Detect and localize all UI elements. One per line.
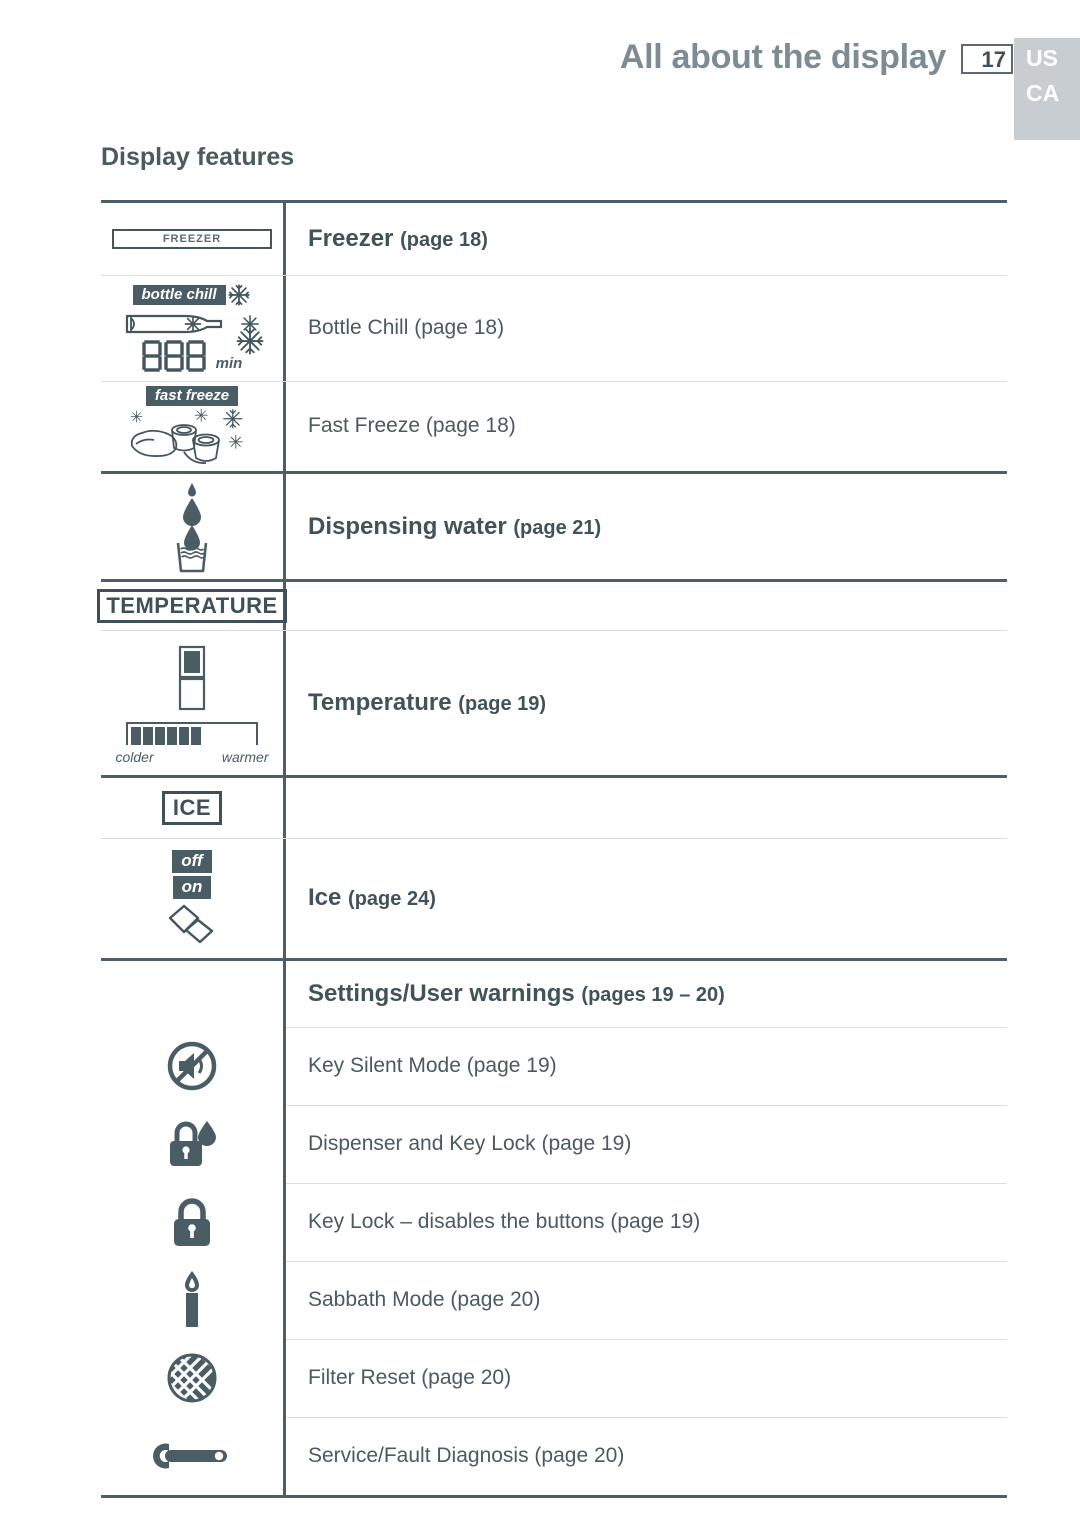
ice-on-tag: on [172, 876, 212, 899]
gauge-colder-label: colder [115, 748, 154, 765]
region-us-label: US [1026, 45, 1058, 71]
page-number-box: 17 [961, 44, 1013, 74]
table-row: Key Lock – disables the buttons (page 19… [101, 1183, 1007, 1261]
bottle-chill-unit: min [215, 355, 243, 372]
row-label: Freezer [308, 225, 394, 252]
table-row: Dispenser and Key Lock (page 19) [101, 1105, 1007, 1183]
row-label-cell [283, 778, 1007, 838]
row-label-cell: Key Silent Mode (page 19) [283, 1027, 1007, 1105]
row-label-cell: Temperature (page 19) [283, 630, 1007, 775]
freezer-group: FREEZER Freezer (page 18) bottle chill m… [101, 200, 1007, 471]
row-label: Bottle Chill (page 18) [308, 316, 505, 339]
seven-segment-digits [141, 340, 206, 372]
fast-freeze-icon: fast freeze [101, 381, 283, 471]
ice-cubes-icon: off on [101, 838, 283, 958]
dispensing-water-group: Dispensing water (page 21) [101, 471, 1007, 579]
settings-heading-row: Settings/User warnings (pages 19 – 20) [101, 961, 1007, 1027]
page-number: 17 [981, 47, 1006, 72]
lock-icon [101, 1183, 283, 1261]
table-row: TEMPERATURE [97, 582, 1007, 630]
table-row: FREEZER Freezer (page 18) [101, 203, 1007, 275]
page-header: All about the display 17 US CA [0, 0, 1080, 140]
bottle-chill-tag: bottle chill [132, 284, 226, 306]
row-label: Filter Reset (page 20) [308, 1366, 512, 1389]
wrench-icon [101, 1417, 283, 1495]
row-label: Temperature [308, 688, 452, 716]
snowflake-icon [236, 327, 264, 355]
table-row: ICE [101, 778, 1007, 838]
frozen-food-icon [130, 408, 243, 465]
table-row: bottle chill min Bottle Chill (page 18) [101, 275, 1007, 381]
settings-heading-page-ref: (pages 19 – 20) [581, 984, 725, 1006]
row-label: Key Lock – disables the buttons (page 19… [308, 1210, 701, 1233]
temperature-label-icon: TEMPERATURE [97, 582, 287, 630]
table-row: Service/Fault Diagnosis (page 20) [101, 1417, 1007, 1495]
region-ca-label: CA [1026, 80, 1060, 106]
row-label-cell: Fast Freeze (page 18) [283, 381, 1007, 471]
table-row: Key Silent Mode (page 19) [101, 1027, 1007, 1105]
settings-group: Settings/User warnings (pages 19 – 20) K… [101, 958, 1007, 1498]
table-row: Dispensing water (page 21) [101, 474, 1007, 579]
row-label: Sabbath Mode (page 20) [308, 1288, 541, 1311]
row-label: Service/Fault Diagnosis (page 20) [308, 1444, 625, 1467]
display-features-table: FREEZER Freezer (page 18) bottle chill m… [97, 200, 1007, 1498]
fridge-icon [178, 645, 206, 710]
ice-label-text: ICE [172, 795, 212, 820]
bottle-icon [125, 314, 223, 334]
gauge-warmer-label: warmer [221, 748, 269, 765]
candle-icon [101, 1261, 283, 1339]
fast-freeze-tag: fast freeze [145, 385, 239, 407]
lock-droplet-icon [101, 1105, 283, 1183]
settings-heading-label: Settings/User warnings [308, 980, 575, 1007]
ice-off-tag: off [172, 850, 212, 873]
row-label: Dispenser and Key Lock (page 19) [308, 1132, 632, 1155]
page-title: All about the display [619, 38, 946, 76]
row-page-ref: (page 19) [458, 692, 547, 715]
snowflake-icon [227, 284, 250, 306]
freezer-bar-label: FREEZER [162, 233, 222, 245]
section-heading: Display features [101, 143, 295, 171]
region-badge: US CA [1014, 38, 1080, 140]
row-page-ref: (page 18) [400, 229, 488, 251]
row-label: Ice [308, 884, 342, 911]
row-label-cell: Freezer (page 18) [283, 203, 1007, 275]
snowflake-icon [184, 315, 202, 333]
row-label-cell: Filter Reset (page 20) [283, 1339, 1007, 1417]
row-page-ref: (page 24) [348, 888, 436, 910]
freezer-bar-icon: FREEZER [101, 203, 283, 275]
table-row: Filter Reset (page 20) [101, 1339, 1007, 1417]
settings-heading-icon-spacer [101, 961, 283, 1027]
row-label: Dispensing water [308, 512, 507, 540]
table-row: fast freeze Fast Freeze (page 18) [101, 381, 1007, 471]
row-label-cell: Dispenser and Key Lock (page 19) [283, 1105, 1007, 1183]
row-label-cell [283, 582, 1007, 630]
row-label: Key Silent Mode (page 19) [308, 1054, 557, 1077]
mute-icon [101, 1027, 283, 1105]
ice-label-icon: ICE [101, 778, 283, 838]
row-page-ref: (page 21) [513, 516, 602, 539]
water-dispense-icon [101, 474, 283, 579]
row-label-cell: Service/Fault Diagnosis (page 20) [283, 1417, 1007, 1495]
row-label-cell: Dispensing water (page 21) [283, 474, 1007, 579]
table-row: colder warmer Temperature (page 19) [101, 630, 1007, 775]
row-label-cell: Ice (page 24) [283, 838, 1007, 958]
table-row: Sabbath Mode (page 20) [101, 1261, 1007, 1339]
row-label: Fast Freeze (page 18) [308, 414, 516, 437]
table-row: off on Ice (page 24) [101, 838, 1007, 958]
row-label-cell: Settings/User warnings (pages 19 – 20) [283, 961, 1007, 1027]
fridge-gauge-icon: colder warmer [101, 630, 283, 775]
ice-group: ICE off on Ice (page 24) [101, 775, 1007, 958]
row-label-cell: Bottle Chill (page 18) [283, 275, 1007, 381]
temperature-group: TEMPERATURE colder warmer Temperature (p… [97, 579, 1007, 775]
row-label-cell: Key Lock – disables the buttons (page 19… [283, 1183, 1007, 1261]
bottle-chill-icon: bottle chill min [101, 275, 283, 381]
filter-icon [101, 1339, 283, 1417]
row-label-cell: Sabbath Mode (page 20) [283, 1261, 1007, 1339]
temperature-label-text: TEMPERATURE [106, 593, 278, 618]
ice-cube-icon [168, 904, 214, 943]
